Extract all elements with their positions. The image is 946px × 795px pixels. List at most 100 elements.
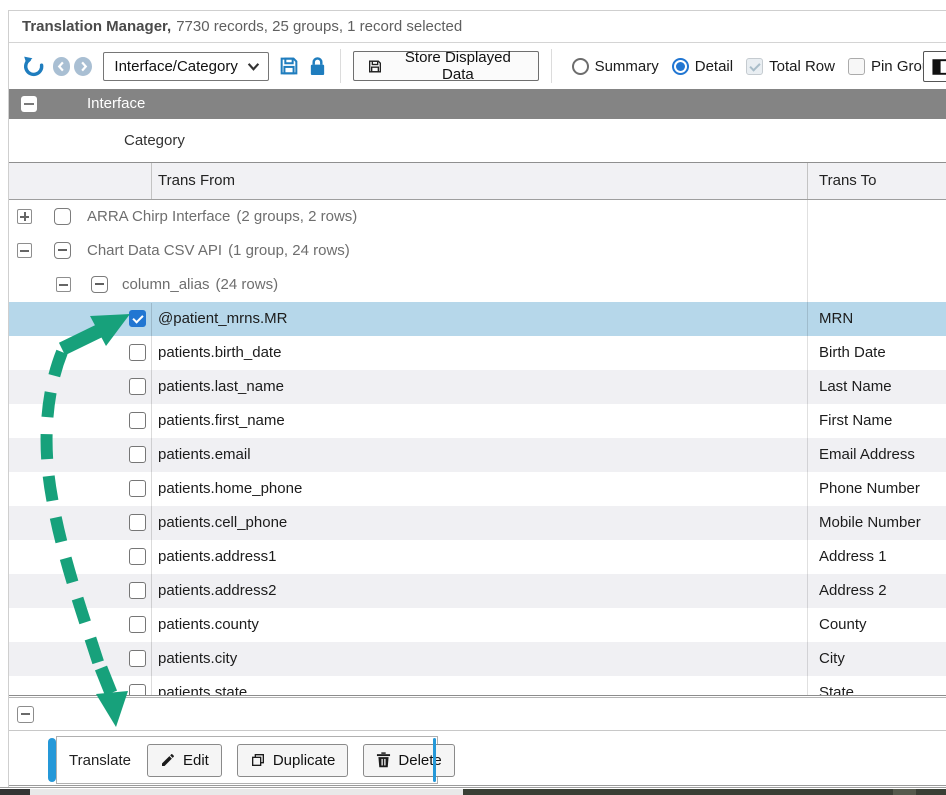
trans-to-cell: City <box>819 650 845 667</box>
expander-icon[interactable] <box>17 209 32 224</box>
total-row-checkbox-control <box>746 58 763 75</box>
trans-from-cell: patients.birth_date <box>158 344 281 361</box>
record-row[interactable]: patients.address2 Address 2 <box>9 574 946 608</box>
column-header-trans-to[interactable]: Trans To <box>819 172 877 189</box>
trans-to-cell: Phone Number <box>819 480 920 497</box>
row-checkbox[interactable] <box>129 412 146 429</box>
group-row-chart-data-csv-api[interactable]: Chart Data CSV API(1 group, 24 rows) <box>9 234 946 268</box>
group-count: (1 group, 24 rows) <box>228 242 350 259</box>
trans-to-cell: County <box>819 616 867 633</box>
duplicate-button-label: Duplicate <box>273 752 336 769</box>
next-group-button[interactable] <box>74 57 92 76</box>
trans-to-cell: Birth Date <box>819 344 886 361</box>
view-options: Summary Detail Total Row Pin Groups <box>572 58 946 75</box>
record-row[interactable]: patients.state State <box>9 676 946 695</box>
chevron-right-icon <box>78 61 89 72</box>
group-band-interface-label: Interface <box>87 95 145 112</box>
trans-to-cell: Address 2 <box>819 582 887 599</box>
record-row[interactable]: patients.cell_phone Mobile Number <box>9 506 946 540</box>
trans-to-cell: MRN <box>819 310 853 327</box>
record-row[interactable]: patients.email Email Address <box>9 438 946 472</box>
row-checkbox[interactable] <box>129 310 146 327</box>
summary-radio[interactable]: Summary <box>572 58 659 75</box>
delete-button[interactable]: Delete <box>363 744 454 777</box>
record-row[interactable]: patients.first_name First Name <box>9 404 946 438</box>
record-row[interactable]: @patient_mrns.MR MRN <box>9 302 946 336</box>
copy-icon <box>250 752 266 768</box>
grouping-dropdown[interactable]: Interface/Category <box>103 52 268 81</box>
group-band-category[interactable]: Category <box>9 119 946 163</box>
group-checkbox[interactable] <box>91 276 108 293</box>
group-band-interface[interactable]: Interface <box>9 89 946 119</box>
group-checkbox[interactable] <box>54 242 71 259</box>
trash-icon <box>376 752 391 768</box>
column-separator <box>807 200 808 695</box>
trans-from-cell: patients.county <box>158 616 259 633</box>
row-checkbox[interactable] <box>129 514 146 531</box>
collapse-interface-icon[interactable] <box>21 96 37 112</box>
row-checkbox[interactable] <box>129 344 146 361</box>
toolbar-separator <box>551 49 552 83</box>
group-label: ARRA Chirp Interface <box>87 208 230 225</box>
chevron-down-icon <box>247 60 260 73</box>
translate-panel: Translate Edit Duplicate <box>56 736 438 784</box>
expander-icon[interactable] <box>56 277 71 292</box>
row-checkbox[interactable] <box>129 582 146 599</box>
row-checkbox[interactable] <box>129 684 146 695</box>
record-row[interactable]: patients.city City <box>9 642 946 676</box>
record-row[interactable]: patients.birth_date Birth Date <box>9 336 946 370</box>
titlebar: Translation Manager, 7730 records, 25 gr… <box>9 11 946 43</box>
group-count: (24 rows) <box>216 276 279 293</box>
group-checkbox[interactable] <box>54 208 71 225</box>
lock-icon[interactable] <box>307 54 328 78</box>
record-row[interactable]: patients.last_name Last Name <box>9 370 946 404</box>
row-checkbox[interactable] <box>129 616 146 633</box>
translate-label: Translate <box>69 752 131 769</box>
column-separator <box>151 303 152 695</box>
record-row[interactable]: patients.address1 Address 1 <box>9 540 946 574</box>
record-summary: 7730 records, 25 groups, 1 record select… <box>176 18 462 35</box>
undo-icon[interactable] <box>22 53 47 79</box>
column-separator <box>807 163 808 199</box>
panel-accent-bar-left <box>48 738 56 782</box>
total-row-checkbox[interactable]: Total Row <box>746 58 835 75</box>
store-displayed-data-button[interactable]: Store Displayed Data <box>353 51 538 81</box>
row-checkbox[interactable] <box>129 548 146 565</box>
records-grid: ARRA Chirp Interface(2 groups, 2 rows) C… <box>9 200 946 695</box>
row-checkbox[interactable] <box>129 378 146 395</box>
row-checkbox[interactable] <box>129 480 146 497</box>
collapse-footer-icon[interactable] <box>17 706 34 723</box>
grouping-dropdown-value: Interface/Category <box>114 58 246 75</box>
panel-layout-icon <box>932 59 946 75</box>
trans-from-cell: patients.last_name <box>158 378 284 395</box>
trans-from-cell: patients.address1 <box>158 548 276 565</box>
save-layout-icon[interactable] <box>278 54 301 78</box>
trans-to-cell: State <box>819 684 854 695</box>
group-label: column_alias <box>122 276 210 293</box>
trans-to-cell: Last Name <box>819 378 892 395</box>
save-icon <box>367 58 383 75</box>
summary-radio-control <box>572 58 589 75</box>
trans-to-cell: Address 1 <box>819 548 887 565</box>
row-checkbox[interactable] <box>129 446 146 463</box>
row-checkbox[interactable] <box>129 650 146 667</box>
duplicate-button[interactable]: Duplicate <box>237 744 349 777</box>
group-row-arra-chirp-interface[interactable]: ARRA Chirp Interface(2 groups, 2 rows) <box>9 200 946 234</box>
pin-groups-checkbox-control <box>848 58 865 75</box>
panel-layout-button[interactable] <box>923 51 946 82</box>
group-row-column-alias[interactable]: column_alias (24 rows) <box>9 268 946 302</box>
detail-radio-control <box>672 58 689 75</box>
column-header-trans-from[interactable]: Trans From <box>158 172 235 189</box>
record-row[interactable]: patients.home_phone Phone Number <box>9 472 946 506</box>
detail-radio[interactable]: Detail <box>672 58 733 75</box>
expander-icon[interactable] <box>17 243 32 258</box>
edit-button[interactable]: Edit <box>147 744 222 777</box>
bottom-strip <box>0 787 946 795</box>
toolbar-separator <box>340 49 341 83</box>
chevron-left-icon <box>56 61 67 72</box>
translation-manager-window: Translation Manager, 7730 records, 25 gr… <box>8 10 946 787</box>
previous-group-button[interactable] <box>53 57 71 76</box>
record-row[interactable]: patients.county County <box>9 608 946 642</box>
column-separator <box>151 163 152 199</box>
panel-accent-bar-right <box>433 738 436 782</box>
